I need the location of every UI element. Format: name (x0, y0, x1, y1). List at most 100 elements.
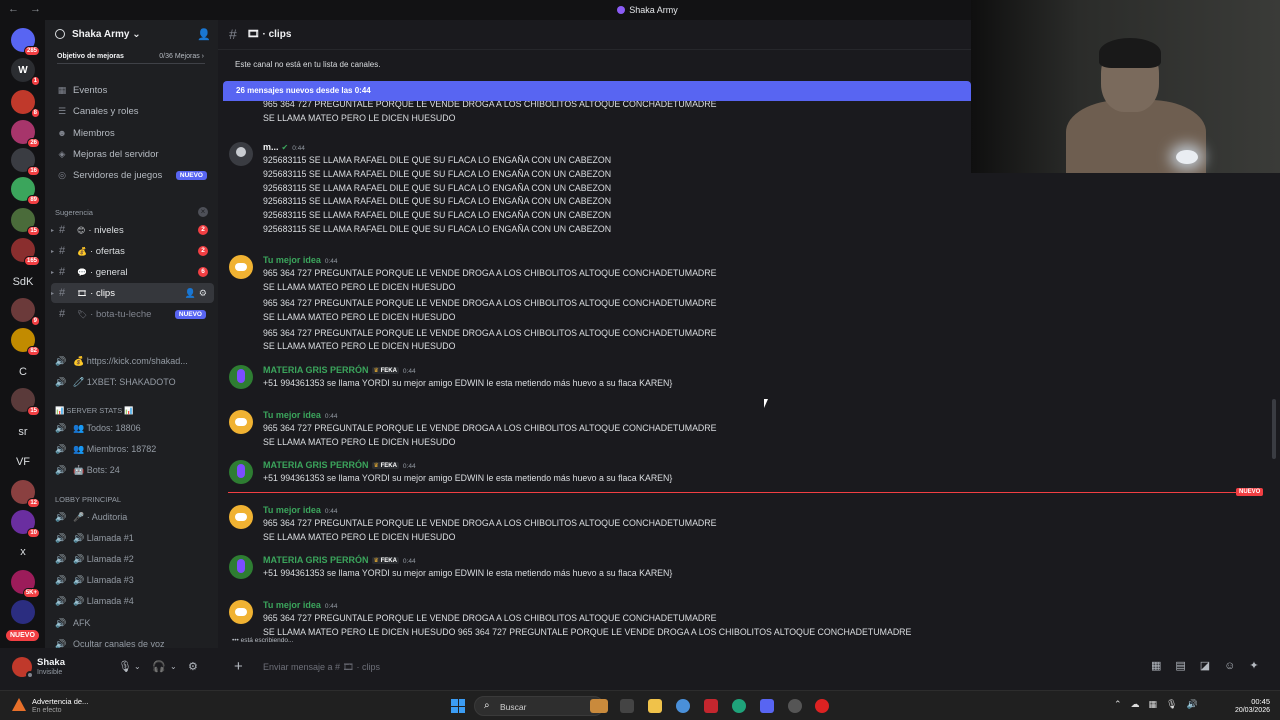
server-icon[interactable]: 26 (11, 120, 40, 148)
voice-channel[interactable]: 🔊 🔊 Llamada #3 (55, 570, 215, 590)
voice-channel[interactable]: 🔊 🔊 Llamada #4 (55, 591, 215, 611)
discord-icon[interactable] (760, 699, 774, 713)
menu-item-roles[interactable]: ☰ Canales y roles (55, 101, 215, 121)
avatar[interactable] (12, 657, 34, 679)
author-name[interactable]: Tu mejor idea (263, 505, 321, 515)
author-name[interactable]: MATERIA GRIS PERRÓN (263, 555, 369, 565)
invite-icon[interactable]: 👤 (197, 28, 211, 41)
server-icon[interactable]: 8 (11, 90, 40, 118)
channel-item[interactable]: ▸ # 😊 · niveles 2 (51, 220, 214, 240)
server-icon[interactable]: x (11, 540, 35, 564)
section-suggestion[interactable]: Sugerencia × (55, 207, 208, 217)
author-name[interactable]: Tu mejor idea (263, 410, 321, 420)
server-icon[interactable]: SdK (11, 270, 35, 294)
server-icon[interactable]: 15 (11, 208, 40, 236)
new-messages-bar[interactable]: 26 mensajes nuevos desde las 0:44 (223, 81, 971, 101)
microphone-icon[interactable]: 🎙 (118, 660, 132, 673)
server-name[interactable]: Shaka Army ⌄ (72, 29, 141, 40)
voice-channel[interactable]: 🔊 AFK (55, 613, 215, 633)
clock-date[interactable]: 20/03/2026 (1222, 707, 1270, 714)
server-icon[interactable]: 165 (11, 238, 40, 266)
author-name[interactable]: Tu mejor idea (263, 600, 321, 610)
channel-item[interactable]: ▸ # 💰 · ofertas 2 (51, 241, 214, 261)
server-header[interactable]: Shaka Army ⌄ 👤 (45, 20, 218, 50)
server-icon[interactable]: sr (11, 420, 35, 444)
app-icon[interactable] (815, 699, 829, 713)
link-channel[interactable]: 🔊 🧷 1XBET: SHAKADOTO (55, 372, 215, 392)
avatar[interactable] (229, 142, 253, 166)
message-input[interactable]: Enviar mensaje a # 🎞 · clips (263, 662, 380, 673)
server-icon[interactable]: 15 (11, 388, 40, 416)
obs-icon[interactable] (788, 699, 802, 713)
avatar[interactable] (229, 460, 253, 484)
channel-emoji-icon: 😊 (77, 225, 86, 235)
avatar[interactable] (229, 365, 253, 389)
channel-settings-icon[interactable]: 👤⚙ (185, 288, 210, 299)
chevron-down-icon[interactable]: ⌄ (170, 662, 177, 671)
server-icon[interactable] (11, 600, 35, 624)
section-server-stats[interactable]: 📊 SERVER STATS 📊 (55, 406, 134, 415)
voice-channel[interactable]: 🔊 🔊 Llamada #1 (55, 528, 215, 548)
server-icon[interactable]: 285 (11, 28, 40, 56)
link-channel[interactable]: 🔊 💰 https://kick.com/shakad... (55, 351, 215, 371)
server-icon[interactable]: 9 (11, 298, 40, 326)
stats-channel[interactable]: 🔊 🤖 Bots: 24 (55, 460, 215, 480)
boost-goal[interactable]: Objetivo de mejoras 0/36 Mejoras › (45, 50, 218, 64)
server-icon[interactable]: 10 (11, 510, 40, 538)
composer-tools[interactable]: ▦▤◪☺✦ (1151, 659, 1273, 672)
nuevo-badge[interactable]: NUEVO (6, 630, 39, 641)
menu-item-boost[interactable]: ◈ Mejoras del servidor (55, 144, 215, 164)
chevron-down-icon[interactable]: ⌄ (134, 662, 141, 671)
settings-gear-icon[interactable]: ⚙ (188, 660, 198, 673)
voice-channel[interactable]: 🔊 Ocultar canales de voz (55, 634, 215, 649)
server-icon[interactable]: 89 (11, 177, 40, 205)
taskbar-search[interactable]: ⌕ Buscar (474, 696, 604, 716)
menu-item-calendar[interactable]: ▦ Eventos (55, 80, 215, 100)
system-tray[interactable]: ⌃☁▦🎙🔊 (1114, 699, 1207, 710)
headphones-icon[interactable]: 🎧 (152, 660, 166, 673)
avatar[interactable] (229, 600, 253, 624)
channel-item[interactable]: ▸ # 💬 · general 6 (51, 262, 214, 282)
server-icon[interactable]: W1 (11, 58, 40, 86)
author-name[interactable]: Tu mejor idea (263, 255, 321, 265)
crown-icon: ♛ (373, 463, 381, 469)
warning-icon[interactable] (12, 698, 26, 711)
copilot-icon[interactable] (676, 699, 690, 713)
author-name[interactable]: m... (263, 142, 279, 152)
task-view-icon[interactable] (620, 699, 634, 713)
avatar[interactable] (229, 505, 253, 529)
server-icon[interactable]: 5K+ (11, 570, 40, 598)
widget-icon[interactable] (590, 699, 608, 713)
voice-channel[interactable]: 🔊 🎤 · Auditoria (55, 507, 215, 527)
author-name[interactable]: MATERIA GRIS PERRÓN (263, 365, 369, 375)
server-icon[interactable]: VF (11, 450, 35, 474)
channel-item[interactable]: # 🏷 · bota-tu-leche NUEVO (51, 304, 214, 324)
stats-channel[interactable]: 🔊 👥 Miembros: 18782 (55, 439, 215, 459)
section-lobby[interactable]: LOBBY PRINCIPAL (55, 495, 121, 504)
windows-start-icon[interactable] (451, 699, 465, 713)
stats-channel[interactable]: 🔊 👥 Todos: 18806 (55, 418, 215, 438)
scrollbar-thumb[interactable] (1272, 399, 1276, 459)
menu-item-members[interactable]: ☻ Miembros (55, 123, 215, 143)
close-icon[interactable]: × (198, 207, 208, 217)
voice-channel[interactable]: 🔊 🔊 Llamada #2 (55, 549, 215, 569)
server-icon[interactable]: 82 (11, 328, 40, 356)
edge-icon[interactable] (732, 699, 746, 713)
server-icon[interactable]: 12 (11, 480, 40, 508)
avatar[interactable] (229, 555, 253, 579)
warning-title[interactable]: Advertencia de... (32, 697, 88, 706)
avatar[interactable] (229, 255, 253, 279)
author-name[interactable]: MATERIA GRIS PERRÓN (263, 460, 369, 470)
wps-icon[interactable] (704, 699, 718, 713)
scrollbar[interactable] (1271, 101, 1277, 648)
file-explorer-icon[interactable] (648, 699, 662, 713)
menu-item-gamepad[interactable]: ◎ Servidores de juegos NUEVO (55, 165, 215, 185)
server-icon[interactable]: 16 (11, 148, 40, 176)
server-icon[interactable]: C (11, 360, 35, 384)
clock-time[interactable]: 00:45 (1222, 697, 1270, 706)
avatar[interactable] (229, 410, 253, 434)
add-attachment-button[interactable]: + (234, 658, 243, 675)
new-divider-badge: NUEVO (1236, 488, 1264, 496)
username[interactable]: Shaka (37, 657, 65, 668)
channel-item[interactable]: ▸ # 🎞 · clips 👤⚙ (51, 283, 214, 303)
